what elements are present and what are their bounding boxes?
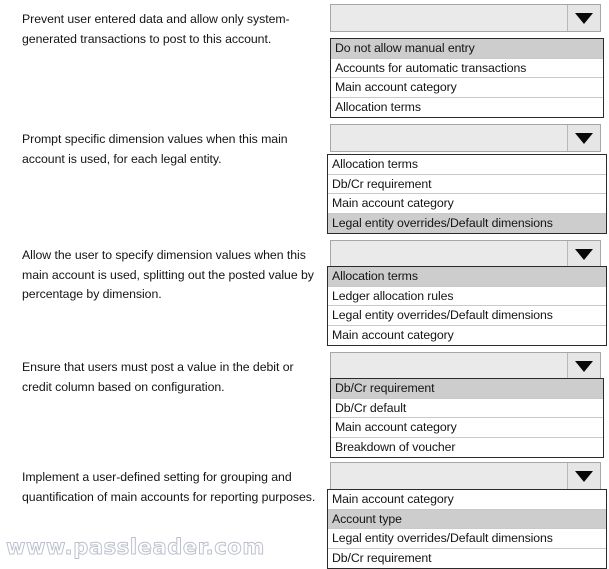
dropdown-options-list-3: Allocation terms Ledger allocation rules L… bbox=[327, 266, 607, 346]
dropdown-option[interactable]: Db/Cr requirement bbox=[328, 174, 606, 194]
dropdown-option[interactable]: Account type bbox=[328, 509, 606, 529]
dropdown-option[interactable]: Main account category bbox=[328, 325, 606, 345]
combobox-value[interactable] bbox=[331, 125, 568, 151]
chevron-down-icon[interactable] bbox=[568, 125, 600, 151]
question-prompt: Implement a user-defined setting for gro… bbox=[22, 470, 316, 504]
dropdown-option[interactable]: Breakdown of voucher bbox=[331, 437, 603, 457]
dropdown-options-list-4: Db/Cr requirement Db/Cr default Main accou… bbox=[330, 378, 604, 458]
passleader-watermark: www.passleader.com bbox=[6, 535, 265, 560]
answer-combobox-3[interactable] bbox=[330, 240, 601, 268]
dropdown-option[interactable]: Legal entity overrides/Default dimension… bbox=[328, 306, 606, 326]
chevron-down-icon[interactable] bbox=[568, 241, 600, 267]
dropdown-options-list-2: Allocation terms Db/Cr requirement Main ac… bbox=[327, 154, 607, 234]
dropdown-option[interactable]: Main account category bbox=[331, 418, 603, 438]
answer-combobox-1[interactable] bbox=[330, 4, 601, 32]
dropdown-option[interactable]: Legal entity overrides/Default dimension… bbox=[328, 529, 606, 549]
combobox-value[interactable] bbox=[331, 353, 568, 379]
chevron-down-glyph bbox=[575, 360, 593, 372]
question-prompt: Allow the user to specify dimension valu… bbox=[22, 248, 314, 301]
chevron-down-icon[interactable] bbox=[568, 353, 600, 379]
dropdown-option[interactable]: Main account category bbox=[328, 490, 606, 510]
dropdown-option[interactable]: Accounts for automatic transactions bbox=[331, 58, 603, 78]
dropdown-option[interactable]: Main account category bbox=[331, 78, 603, 98]
answer-combobox-5[interactable] bbox=[330, 462, 601, 490]
chevron-down-glyph bbox=[575, 470, 593, 482]
question-prompt: Prevent user entered data and allow only… bbox=[22, 12, 290, 46]
chevron-down-glyph bbox=[575, 248, 593, 260]
combobox-value[interactable] bbox=[331, 463, 568, 489]
dropdown-options-list-1: Do not allow manual entry Accounts for au… bbox=[330, 38, 604, 118]
question-prompt: Ensure that users must post a value in t… bbox=[22, 360, 294, 394]
answer-combobox-4[interactable] bbox=[330, 352, 601, 380]
dropdown-option[interactable]: Allocation terms bbox=[328, 155, 606, 175]
dropdown-option[interactable]: Ledger allocation rules bbox=[328, 286, 606, 306]
question-prompt: Prompt specific dimension values when th… bbox=[22, 132, 288, 166]
dropdown-option[interactable]: Db/Cr requirement bbox=[328, 548, 606, 568]
dropdown-option[interactable]: Allocation terms bbox=[328, 267, 606, 287]
chevron-down-glyph bbox=[575, 132, 593, 144]
dropdown-option[interactable]: Db/Cr default bbox=[331, 398, 603, 418]
answer-combobox-2[interactable] bbox=[330, 124, 601, 152]
combobox-value[interactable] bbox=[331, 241, 568, 267]
dropdown-option[interactable]: Do not allow manual entry bbox=[331, 39, 603, 59]
dropdown-option[interactable]: Db/Cr requirement bbox=[331, 379, 603, 399]
chevron-down-icon[interactable] bbox=[568, 463, 600, 489]
combobox-value[interactable] bbox=[331, 5, 568, 31]
dropdown-option[interactable]: Main account category bbox=[328, 194, 606, 214]
chevron-down-icon[interactable] bbox=[568, 5, 600, 31]
dropdown-option[interactable]: Allocation terms bbox=[331, 97, 603, 117]
chevron-down-glyph bbox=[575, 12, 593, 24]
dropdown-options-list-5: Main account category Account type Legal e… bbox=[327, 489, 607, 569]
dropdown-option[interactable]: Legal entity overrides/Default dimension… bbox=[328, 213, 606, 233]
